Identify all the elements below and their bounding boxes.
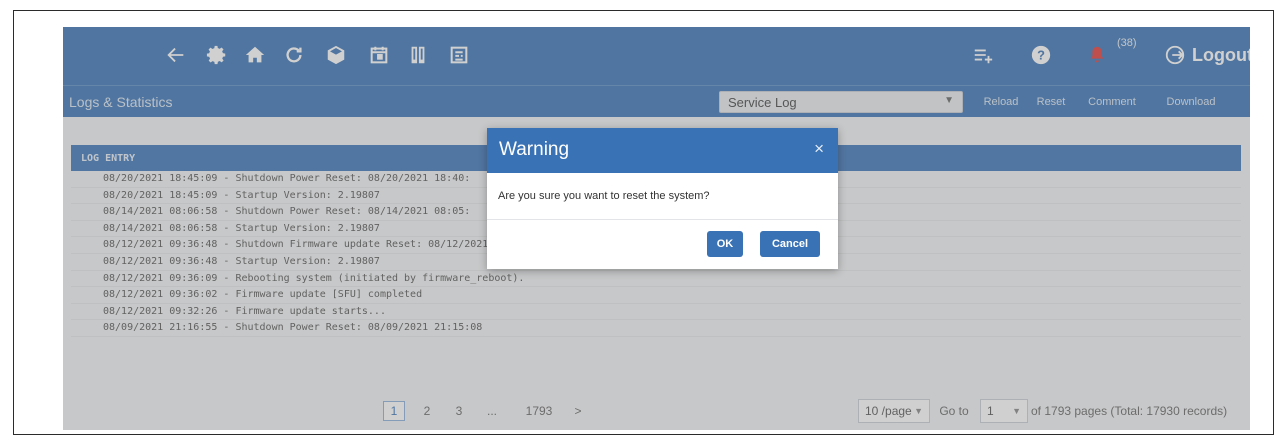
screenshot-frame: ? (38) Logout Logs & Statistics Service … — [13, 10, 1274, 435]
app-window: ? (38) Logout Logs & Statistics Service … — [63, 27, 1250, 430]
close-icon[interactable]: × — [814, 139, 824, 159]
ok-button[interactable]: OK — [707, 231, 743, 257]
dialog-message: Are you sure you want to reset the syste… — [487, 173, 838, 220]
dialog-footer: OK Cancel — [487, 220, 838, 269]
dialog-header: Warning × — [487, 128, 838, 173]
dialog-title: Warning — [499, 139, 570, 160]
cancel-button[interactable]: Cancel — [760, 231, 820, 257]
warning-dialog: Warning × Are you sure you want to reset… — [487, 128, 838, 269]
